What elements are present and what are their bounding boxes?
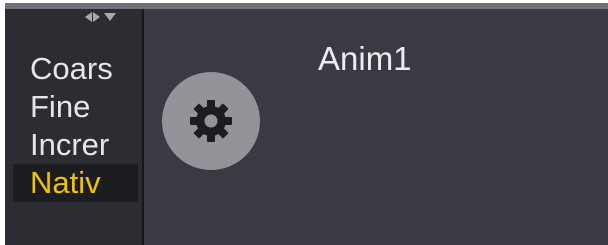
gear-icon xyxy=(190,100,232,142)
list-item-fine[interactable]: Fine xyxy=(13,88,123,126)
window-frame: Coars Fine Increr Nativ xyxy=(5,3,608,245)
arrow-right-icon[interactable] xyxy=(93,12,100,22)
panel-title: Anim1 xyxy=(318,40,412,77)
list-item-coarse[interactable]: Coars xyxy=(13,50,123,88)
arrow-left-icon[interactable] xyxy=(85,12,92,22)
list-item-label: Nativ xyxy=(30,165,101,200)
panel-arrows[interactable] xyxy=(85,11,116,23)
list-item-increment[interactable]: Increr xyxy=(13,126,123,164)
settings-button[interactable] xyxy=(162,72,260,170)
list-item-label: Fine xyxy=(30,89,91,124)
left-panel: Coars Fine Increr Nativ xyxy=(5,9,142,245)
list-item-label: Increr xyxy=(30,127,110,162)
mode-list: Coars Fine Increr Nativ xyxy=(13,50,138,202)
list-item-native[interactable]: Nativ xyxy=(13,164,138,202)
list-item-label: Coars xyxy=(30,51,113,86)
arrow-down-icon[interactable] xyxy=(104,13,116,21)
